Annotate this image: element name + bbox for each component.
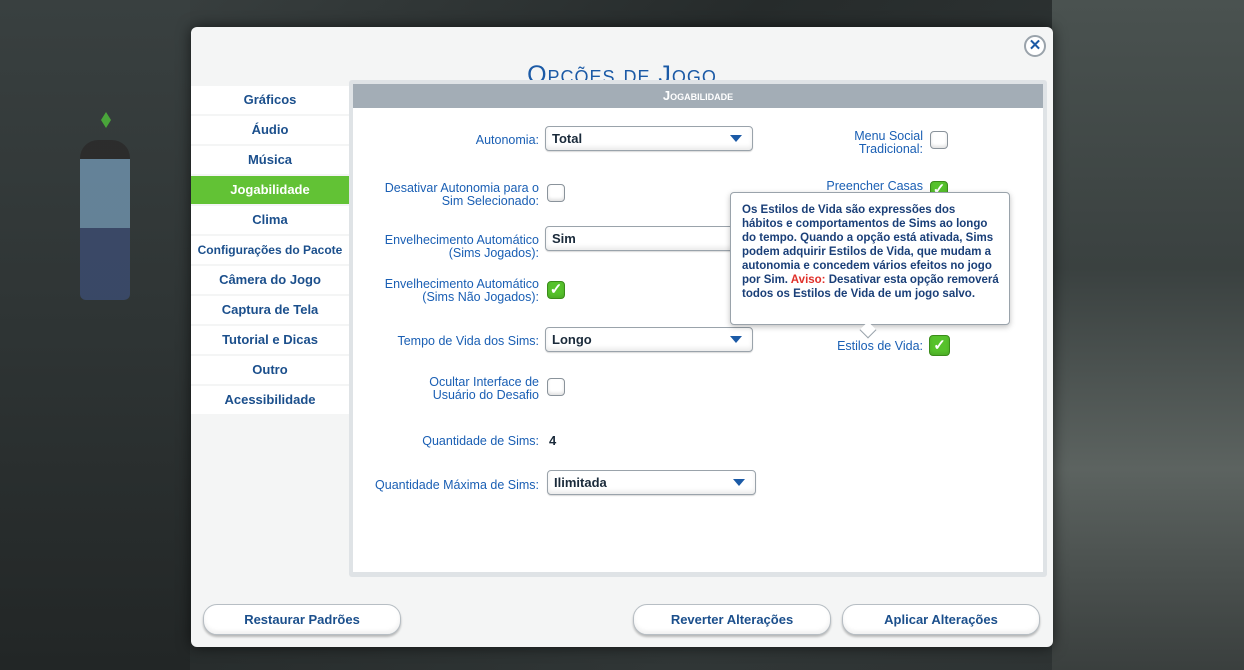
- revert-changes-button[interactable]: Reverter Alterações: [633, 604, 831, 635]
- settings-panel: Jogabilidade Autonomia: Total Desativar …: [349, 80, 1047, 577]
- ocultar-interface-label: Ocultar Interface de Usuário do Desafio: [363, 376, 539, 402]
- sidebar-item-audio[interactable]: Áudio: [191, 116, 349, 144]
- estilos-de-vida-checkbox[interactable]: ✓: [929, 335, 950, 356]
- options-sidebar: Gráficos Áudio Música Jogabilidade Clima…: [191, 82, 349, 577]
- chevron-down-icon: [730, 135, 742, 142]
- estilos-de-vida-tooltip: Os Estilos de Vida são expressões dos há…: [730, 192, 1010, 325]
- tempo-de-vida-value: Longo: [552, 332, 592, 347]
- envelhecimento-nao-jogados-label: Envelhecimento Automático (Sims Não Joga…: [363, 278, 539, 304]
- restore-defaults-button[interactable]: Restaurar Padrões: [203, 604, 401, 635]
- sidebar-item-musica[interactable]: Música: [191, 146, 349, 174]
- section-header: Jogabilidade: [353, 84, 1043, 108]
- envelhecimento-nao-jogados-label-line2: (Sims Não Jogados):: [422, 290, 539, 304]
- ocultar-interface-checkbox[interactable]: [547, 378, 565, 396]
- quantidade-maxima-dropdown[interactable]: Ilimitada: [547, 470, 756, 495]
- tooltip-warning-label: Aviso:: [790, 274, 826, 286]
- menu-social-checkbox[interactable]: [930, 131, 948, 149]
- background-right-scene: [1052, 0, 1244, 670]
- sidebar-item-acessibilidade[interactable]: Acessibilidade: [191, 386, 349, 414]
- quantidade-sims-label: Quantidade de Sims:: [422, 434, 539, 448]
- close-icon[interactable]: ✕: [1024, 35, 1046, 57]
- sidebar-item-configuracoes-pacote[interactable]: Configurações do Pacote: [191, 236, 349, 264]
- envelhecimento-nao-jogados-checkbox[interactable]: ✓: [547, 281, 565, 299]
- sidebar-item-graficos[interactable]: Gráficos: [191, 86, 349, 114]
- envelhecimento-jogados-label: Envelhecimento Automático (Sims Jogados)…: [363, 234, 539, 260]
- background-left-scene: [0, 0, 190, 670]
- envelhecimento-jogados-value: Sim: [552, 231, 576, 246]
- settings-panel-inner: Jogabilidade Autonomia: Total Desativar …: [353, 84, 1043, 572]
- quantidade-maxima-value: Ilimitada: [554, 475, 607, 490]
- sim-character: [80, 140, 130, 300]
- menu-social-label: Menu Social Tradicional:: [793, 130, 923, 156]
- envelhecimento-jogados-dropdown[interactable]: Sim: [545, 226, 753, 251]
- quantidade-maxima-label: Quantidade Máxima de Sims:: [375, 478, 539, 492]
- chevron-down-icon: [730, 336, 742, 343]
- sidebar-item-camera[interactable]: Câmera do Jogo: [191, 266, 349, 294]
- estilos-de-vida-label: Estilos de Vida:: [837, 339, 923, 353]
- tempo-de-vida-dropdown[interactable]: Longo: [545, 327, 753, 352]
- quantidade-sims-value: 4: [549, 433, 557, 448]
- envelhecimento-jogados-label-line2: (Sims Jogados):: [448, 246, 539, 260]
- ocultar-interface-label-line2: Usuário do Desafio: [432, 388, 539, 402]
- autonomia-value: Total: [552, 131, 583, 146]
- game-options-dialog: Opções de Jogo ✕ Gráficos Áudio Música J…: [191, 27, 1053, 647]
- sidebar-item-jogabilidade[interactable]: Jogabilidade: [191, 176, 349, 204]
- sidebar-item-outro[interactable]: Outro: [191, 356, 349, 384]
- sidebar-item-tutorial[interactable]: Tutorial e Dicas: [191, 326, 349, 354]
- menu-social-label-line2: Tradicional:: [858, 142, 923, 156]
- autonomia-dropdown[interactable]: Total: [545, 126, 753, 151]
- sidebar-item-captura-tela[interactable]: Captura de Tela: [191, 296, 349, 324]
- tempo-de-vida-label: Tempo de Vida dos Sims:: [397, 334, 539, 348]
- sidebar-item-clima[interactable]: Clima: [191, 206, 349, 234]
- desativar-autonomia-label-line2: Sim Selecionado:: [441, 194, 539, 208]
- autonomia-label: Autonomia:: [475, 133, 539, 147]
- desativar-autonomia-label: Desativar Autonomia para o Sim Seleciona…: [363, 182, 539, 208]
- desativar-autonomia-checkbox[interactable]: [547, 184, 565, 202]
- apply-changes-button[interactable]: Aplicar Alterações: [842, 604, 1040, 635]
- chevron-down-icon: [733, 479, 745, 486]
